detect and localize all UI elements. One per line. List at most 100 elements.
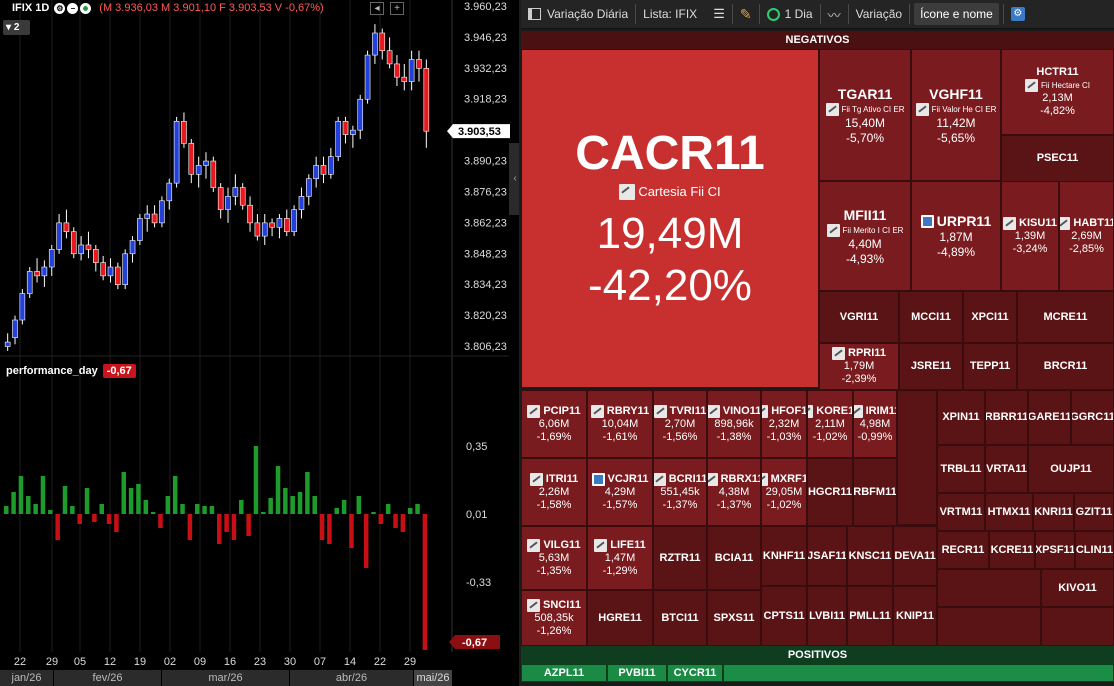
treemap-tile-vilg11[interactable]: VILG11 5,63M -1,35% — [521, 526, 587, 590]
treemap-tile-vrtm11[interactable]: VRTM11 — [937, 493, 985, 531]
treemap-tile-small[interactable] — [897, 390, 937, 525]
treemap-tile-knsc11[interactable]: KNSC11 — [847, 526, 893, 586]
treemap-tile-small[interactable] — [1041, 607, 1114, 646]
treemap-tile-small[interactable] — [723, 664, 1114, 682]
treemap-tile-gzit11[interactable]: GZIT11 — [1074, 493, 1114, 531]
treemap-tile-deva11[interactable]: DEVA11 — [893, 526, 937, 586]
treemap-tile-tepp11[interactable]: TEPP11 — [963, 343, 1017, 390]
treemap-tile-rbfm11[interactable]: RBFM11 — [853, 458, 897, 526]
treemap-tile-kivo11[interactable]: KIVO11 — [1041, 569, 1114, 607]
treemap-tile-pcip11[interactable]: PCIP11 6,06M -1,69% — [521, 390, 587, 458]
treemap-tile-knri11[interactable]: KNRI11 — [1033, 493, 1074, 531]
chart-symbol[interactable]: IFIX 1D — [12, 2, 49, 14]
tile-ticker-text: VRTM11 — [939, 505, 983, 518]
treemap-tile-xpsf11[interactable]: XPSF11 — [1035, 531, 1075, 569]
treemap-tile-life11[interactable]: LIFE11 1,47M -1,29% — [587, 526, 653, 590]
list-selector[interactable]: Lista: IFIX ☰ — [636, 0, 732, 29]
treemap-tile-mfii11[interactable]: MFII11 Fii Merito I CI ER 4,40M -4,93% — [819, 181, 911, 291]
treemap-tile-cycr11[interactable]: CYCR11 — [667, 664, 723, 682]
treemap-tile-hctr11[interactable]: HCTR11 Fii Hectare CI 2,13M -4,82% — [1001, 49, 1114, 135]
treemap-tile-rbrx11[interactable]: RBRX11 4,38M -1,37% — [707, 458, 761, 526]
treemap-tile-cacr11[interactable]: CACR11 Cartesia Fii CI 19,49M -42,20% — [521, 49, 819, 388]
treemap-tile-pmll11[interactable]: PMLL11 — [847, 586, 893, 646]
tile-volume: 4,98M — [859, 417, 891, 430]
collapse-header-icon[interactable]: ◂ — [370, 2, 384, 15]
tile-ticker-text: HABT11 — [1073, 216, 1114, 229]
settings-button[interactable]: ⚙ — [1004, 0, 1032, 29]
study-count-badge[interactable]: ▾ 2 — [3, 20, 30, 35]
brush-button[interactable]: ✎ — [733, 0, 759, 29]
treemap-tile-rztr11[interactable]: RZTR11 — [653, 526, 707, 590]
treemap-tile-small[interactable] — [937, 607, 1041, 646]
treemap-tile-xpin11[interactable]: XPIN11 — [937, 390, 985, 445]
treemap-tile-tvri11[interactable]: TVRI11 2,70M -1,56% — [653, 390, 707, 458]
treemap-tile-rpri11[interactable]: RPRI11 1,79M -2,39% — [819, 343, 899, 390]
treemap-tile-habt11[interactable]: HABT11 2,69M -2,85% — [1059, 181, 1114, 291]
treemap-tile-spxs11[interactable]: SPXS11 — [707, 590, 761, 646]
indicator-bar — [268, 498, 273, 514]
settings-icon[interactable]: ⚙ — [54, 2, 66, 14]
treemap-tile-kcre11[interactable]: KCRE11 — [989, 531, 1035, 569]
treemap-tile-snci11[interactable]: SNCI11 508,35k -1,26% — [521, 590, 587, 646]
clock-icon — [766, 7, 780, 21]
treemap-tile-rbry11[interactable]: RBRY11 10,04M -1,61% — [587, 390, 653, 458]
treemap-tile-brcr11[interactable]: BRCR11 — [1017, 343, 1114, 390]
treemap-tile-knhf11[interactable]: KNHF11 — [761, 526, 807, 586]
treemap-tile-mcci11[interactable]: MCCI11 — [899, 291, 963, 343]
treemap-tile-tgar11[interactable]: TGAR11 Fii Tg Ativo CI ER 15,40M -5,70% — [819, 49, 911, 181]
treemap-tile-rbrr11[interactable]: RBRR11 — [985, 390, 1028, 445]
treemap-tile-vino11[interactable]: VINO11 898,96k -1,38% — [707, 390, 761, 458]
treemap-tile-irim11[interactable]: IRIM11 4,98M -0,99% — [853, 390, 897, 458]
treemap-tile-knip11[interactable]: KNIP11 — [893, 586, 937, 646]
treemap-tile-vgri11[interactable]: VGRI11 — [819, 291, 899, 343]
price-chart[interactable]: 3.960,233.946,233.932,233.918,233.904,23… — [0, 0, 521, 686]
chart-panel[interactable]: 3.960,233.946,233.932,233.918,233.904,23… — [0, 0, 521, 686]
indicator-bar — [143, 500, 149, 514]
tile-ticker: VRTA11 — [986, 463, 1027, 476]
tile-ticker: KNIP11 — [896, 610, 934, 623]
hide-icon[interactable]: − — [67, 2, 79, 14]
variacao-button[interactable]: Variação — [849, 0, 909, 29]
icone-nome-button[interactable]: Ícone e nome — [914, 3, 999, 25]
tile-change: -2,39% — [841, 373, 877, 385]
tile-ticker: IRIM11 — [854, 404, 896, 418]
treemap-tile-hfof11[interactable]: HFOF112,32M-1,03% — [761, 390, 807, 458]
treemap-tile-trbl11[interactable]: TRBL11 — [937, 445, 985, 493]
treemap-tile-gare11[interactable]: GARE11 — [1028, 390, 1071, 445]
tile-ticker: JSRE11 — [911, 360, 951, 373]
treemap-tile-azpl11[interactable]: AZPL11 — [521, 664, 607, 682]
variacao-diaria-button[interactable]: Variação Diária — [521, 0, 635, 29]
treemap-tile-vghf11[interactable]: VGHF11 Fii Valor He CI ER 11,42M -5,65% — [911, 49, 1001, 181]
treemap-tile-jsaf11[interactable]: JSAF11 — [807, 526, 847, 586]
fund-icon — [590, 404, 604, 418]
treemap-tile-small[interactable] — [937, 569, 1041, 607]
treemap-tile-jsre11[interactable]: JSRE11 — [899, 343, 963, 390]
treemap-tile-btci11[interactable]: BTCI11 — [653, 590, 707, 646]
treemap-tile-ggrc11[interactable]: GGRC11 — [1071, 390, 1114, 445]
treemap-tile-bcia11[interactable]: BCIA11 — [707, 526, 761, 590]
treemap-tile-mcre11[interactable]: MCRE11 — [1017, 291, 1114, 343]
treemap-tile-bcri11[interactable]: BCRI11 551,45k -1,37% — [653, 458, 707, 526]
treemap-tile-clin11[interactable]: CLIN11 — [1075, 531, 1114, 569]
tile-ticker: RBRY11 — [590, 404, 649, 418]
treemap-tile-hgre11[interactable]: HGRE11 — [587, 590, 653, 646]
treemap-tile-vcjr11[interactable]: VCJR11 4,29M -1,57% — [587, 458, 653, 526]
treemap-tile-lvbi11[interactable]: LVBI11 — [807, 586, 847, 646]
treemap-tile-mxrf11[interactable]: MXRF1129,05M-1,02% — [761, 458, 807, 526]
period-selector[interactable]: 1 Dia — [760, 0, 820, 29]
treemap-tile-psec11[interactable]: PSEC11 — [1001, 135, 1114, 182]
treemap-tile-itri11[interactable]: ITRI11 2,26M -1,58% — [521, 458, 587, 526]
treemap-tile-kore11[interactable]: KORE112,11M-1,02% — [807, 390, 853, 458]
trend-button[interactable]: 〰 — [821, 0, 848, 29]
treemap-tile-recr11[interactable]: RECR11 — [937, 531, 989, 569]
treemap-tile-urpr11[interactable]: URPR11 1,87M -4,89% — [911, 181, 1001, 291]
add-study-icon[interactable]: + — [390, 2, 404, 15]
treemap-tile-kisu11[interactable]: KISU11 1,39M -3,24% — [1001, 181, 1059, 291]
treemap-tile-htmx11[interactable]: HTMX11 — [985, 493, 1033, 531]
treemap-tile-vrta11[interactable]: VRTA11 — [985, 445, 1028, 493]
treemap-tile-cpts11[interactable]: CPTS11 — [761, 586, 807, 646]
treemap-tile-hgcr11[interactable]: HGCR11 — [807, 458, 853, 526]
treemap-tile-pvbi11[interactable]: PVBI11 — [607, 664, 667, 682]
treemap-tile-oujp11[interactable]: OUJP11 — [1028, 445, 1114, 493]
treemap-tile-xpci11[interactable]: XPCI11 — [963, 291, 1017, 343]
